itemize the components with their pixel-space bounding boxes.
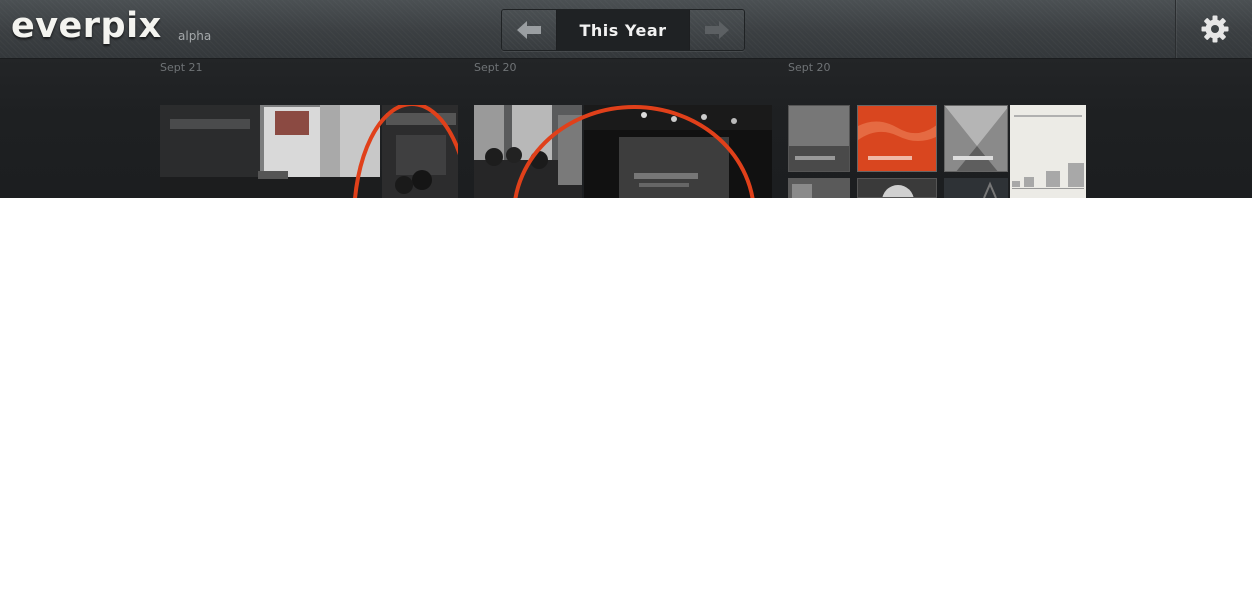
group-date: Sept 21 — [160, 61, 203, 74]
photo-thumbnail[interactable] — [857, 105, 937, 172]
photo-group — [160, 105, 458, 198]
photo-thumbnail[interactable] — [788, 105, 850, 172]
photo-thumbnail[interactable] — [944, 105, 1008, 172]
period-title: This Year — [557, 10, 689, 50]
photo-group — [474, 105, 772, 198]
photo-thumbnail[interactable] — [1010, 105, 1086, 198]
arrow-right-icon — [705, 21, 729, 39]
previous-period-button[interactable] — [502, 10, 557, 50]
photo-thumbnail[interactable] — [944, 178, 1008, 198]
highlight-circle — [513, 105, 755, 198]
photo-timeline: Sept 21 Sept 20 Sept 20 — [0, 59, 1252, 198]
highlight-circle — [353, 105, 458, 198]
next-period-button[interactable] — [689, 10, 744, 50]
gear-icon — [1201, 15, 1228, 43]
group-date: Sept 20 — [788, 61, 831, 74]
top-bar: everpix alpha This Year — [0, 0, 1252, 59]
period-navigator: This Year — [501, 9, 745, 51]
photo-thumbnail[interactable] — [857, 178, 937, 198]
photo-group — [788, 105, 1086, 198]
logo-subtitle: alpha — [178, 29, 212, 43]
group-date: Sept 20 — [474, 61, 517, 74]
app-logo[interactable]: everpix — [11, 6, 162, 46]
photo-thumbnail[interactable] — [788, 178, 850, 198]
settings-button[interactable] — [1175, 0, 1252, 58]
arrow-left-icon — [517, 21, 541, 39]
